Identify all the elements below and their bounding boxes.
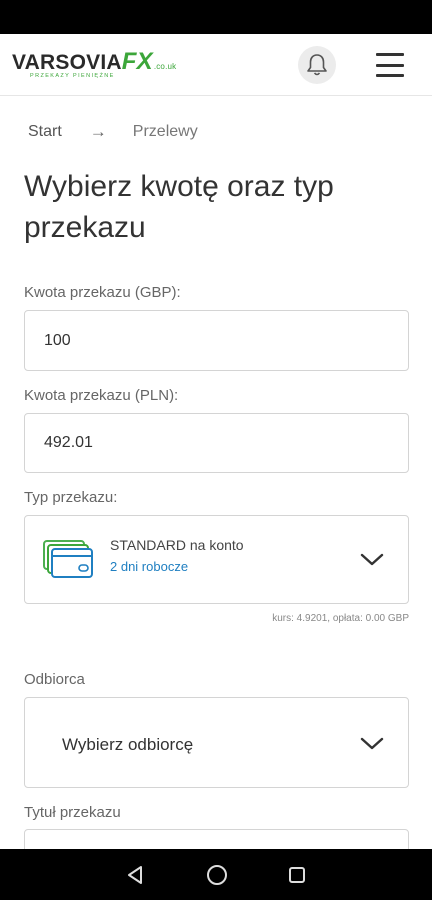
logo-tagline: PRZEKAZY PIENIĘŻNE	[30, 73, 115, 79]
chevron-down-icon	[360, 737, 384, 750]
amount-gbp-input[interactable]: 100	[24, 310, 409, 371]
rate-info: kurs: 4.9201, opłata: 0.00 GBP	[272, 613, 409, 624]
chevron-down-icon	[360, 553, 384, 566]
transfer-title-label: Tytuł przekazu	[24, 804, 121, 821]
transfer-type-select[interactable]: STANDARD na konto 2 dni robocze	[24, 515, 409, 604]
bell-icon	[307, 54, 327, 76]
transfer-type-label: Typ przekazu:	[24, 489, 118, 506]
hamburger-menu-icon[interactable]	[374, 50, 406, 80]
amount-gbp-value: 100	[44, 332, 71, 349]
transfer-type-time: 2 dni robocze	[110, 559, 189, 574]
home-circle-icon[interactable]	[206, 864, 228, 886]
transfer-type-name: STANDARD na konto	[110, 537, 244, 553]
logo-fx: FX	[121, 48, 153, 75]
android-nav-bar	[0, 849, 432, 900]
credit-card-icon	[43, 540, 93, 578]
recipient-select[interactable]: Wybierz odbiorcę	[24, 697, 409, 788]
logo-text: VARSOVIA	[12, 51, 122, 74]
amount-pln-value: 492.01	[44, 434, 93, 451]
page-title: Wybierz kwotę oraz typ przekazu	[24, 170, 334, 244]
back-triangle-icon[interactable]	[126, 865, 146, 885]
breadcrumb: Start → Przelewy	[28, 122, 198, 142]
breadcrumb-current: Przelewy	[132, 123, 198, 140]
recipient-placeholder: Wybierz odbiorcę	[62, 735, 194, 754]
amount-gbp-label: Kwota przekazu (GBP):	[24, 284, 181, 301]
notifications-button[interactable]	[298, 46, 336, 84]
breadcrumb-home[interactable]: Start	[28, 123, 62, 141]
breadcrumb-arrow-icon: →	[89, 122, 107, 141]
logo[interactable]: VARSOVIAFX.co.uk PRZEKAZY PIENIĘŻNE	[12, 48, 176, 84]
recipient-label: Odbiorca	[24, 671, 85, 688]
recents-square-icon[interactable]	[288, 866, 306, 884]
amount-pln-label: Kwota przekazu (PLN):	[24, 387, 179, 404]
amount-pln-input[interactable]: 492.01	[24, 413, 409, 473]
app-header: VARSOVIAFX.co.uk PRZEKAZY PIENIĘŻNE	[0, 34, 432, 96]
logo-domain: .co.uk	[153, 62, 177, 71]
status-bar	[0, 0, 432, 34]
